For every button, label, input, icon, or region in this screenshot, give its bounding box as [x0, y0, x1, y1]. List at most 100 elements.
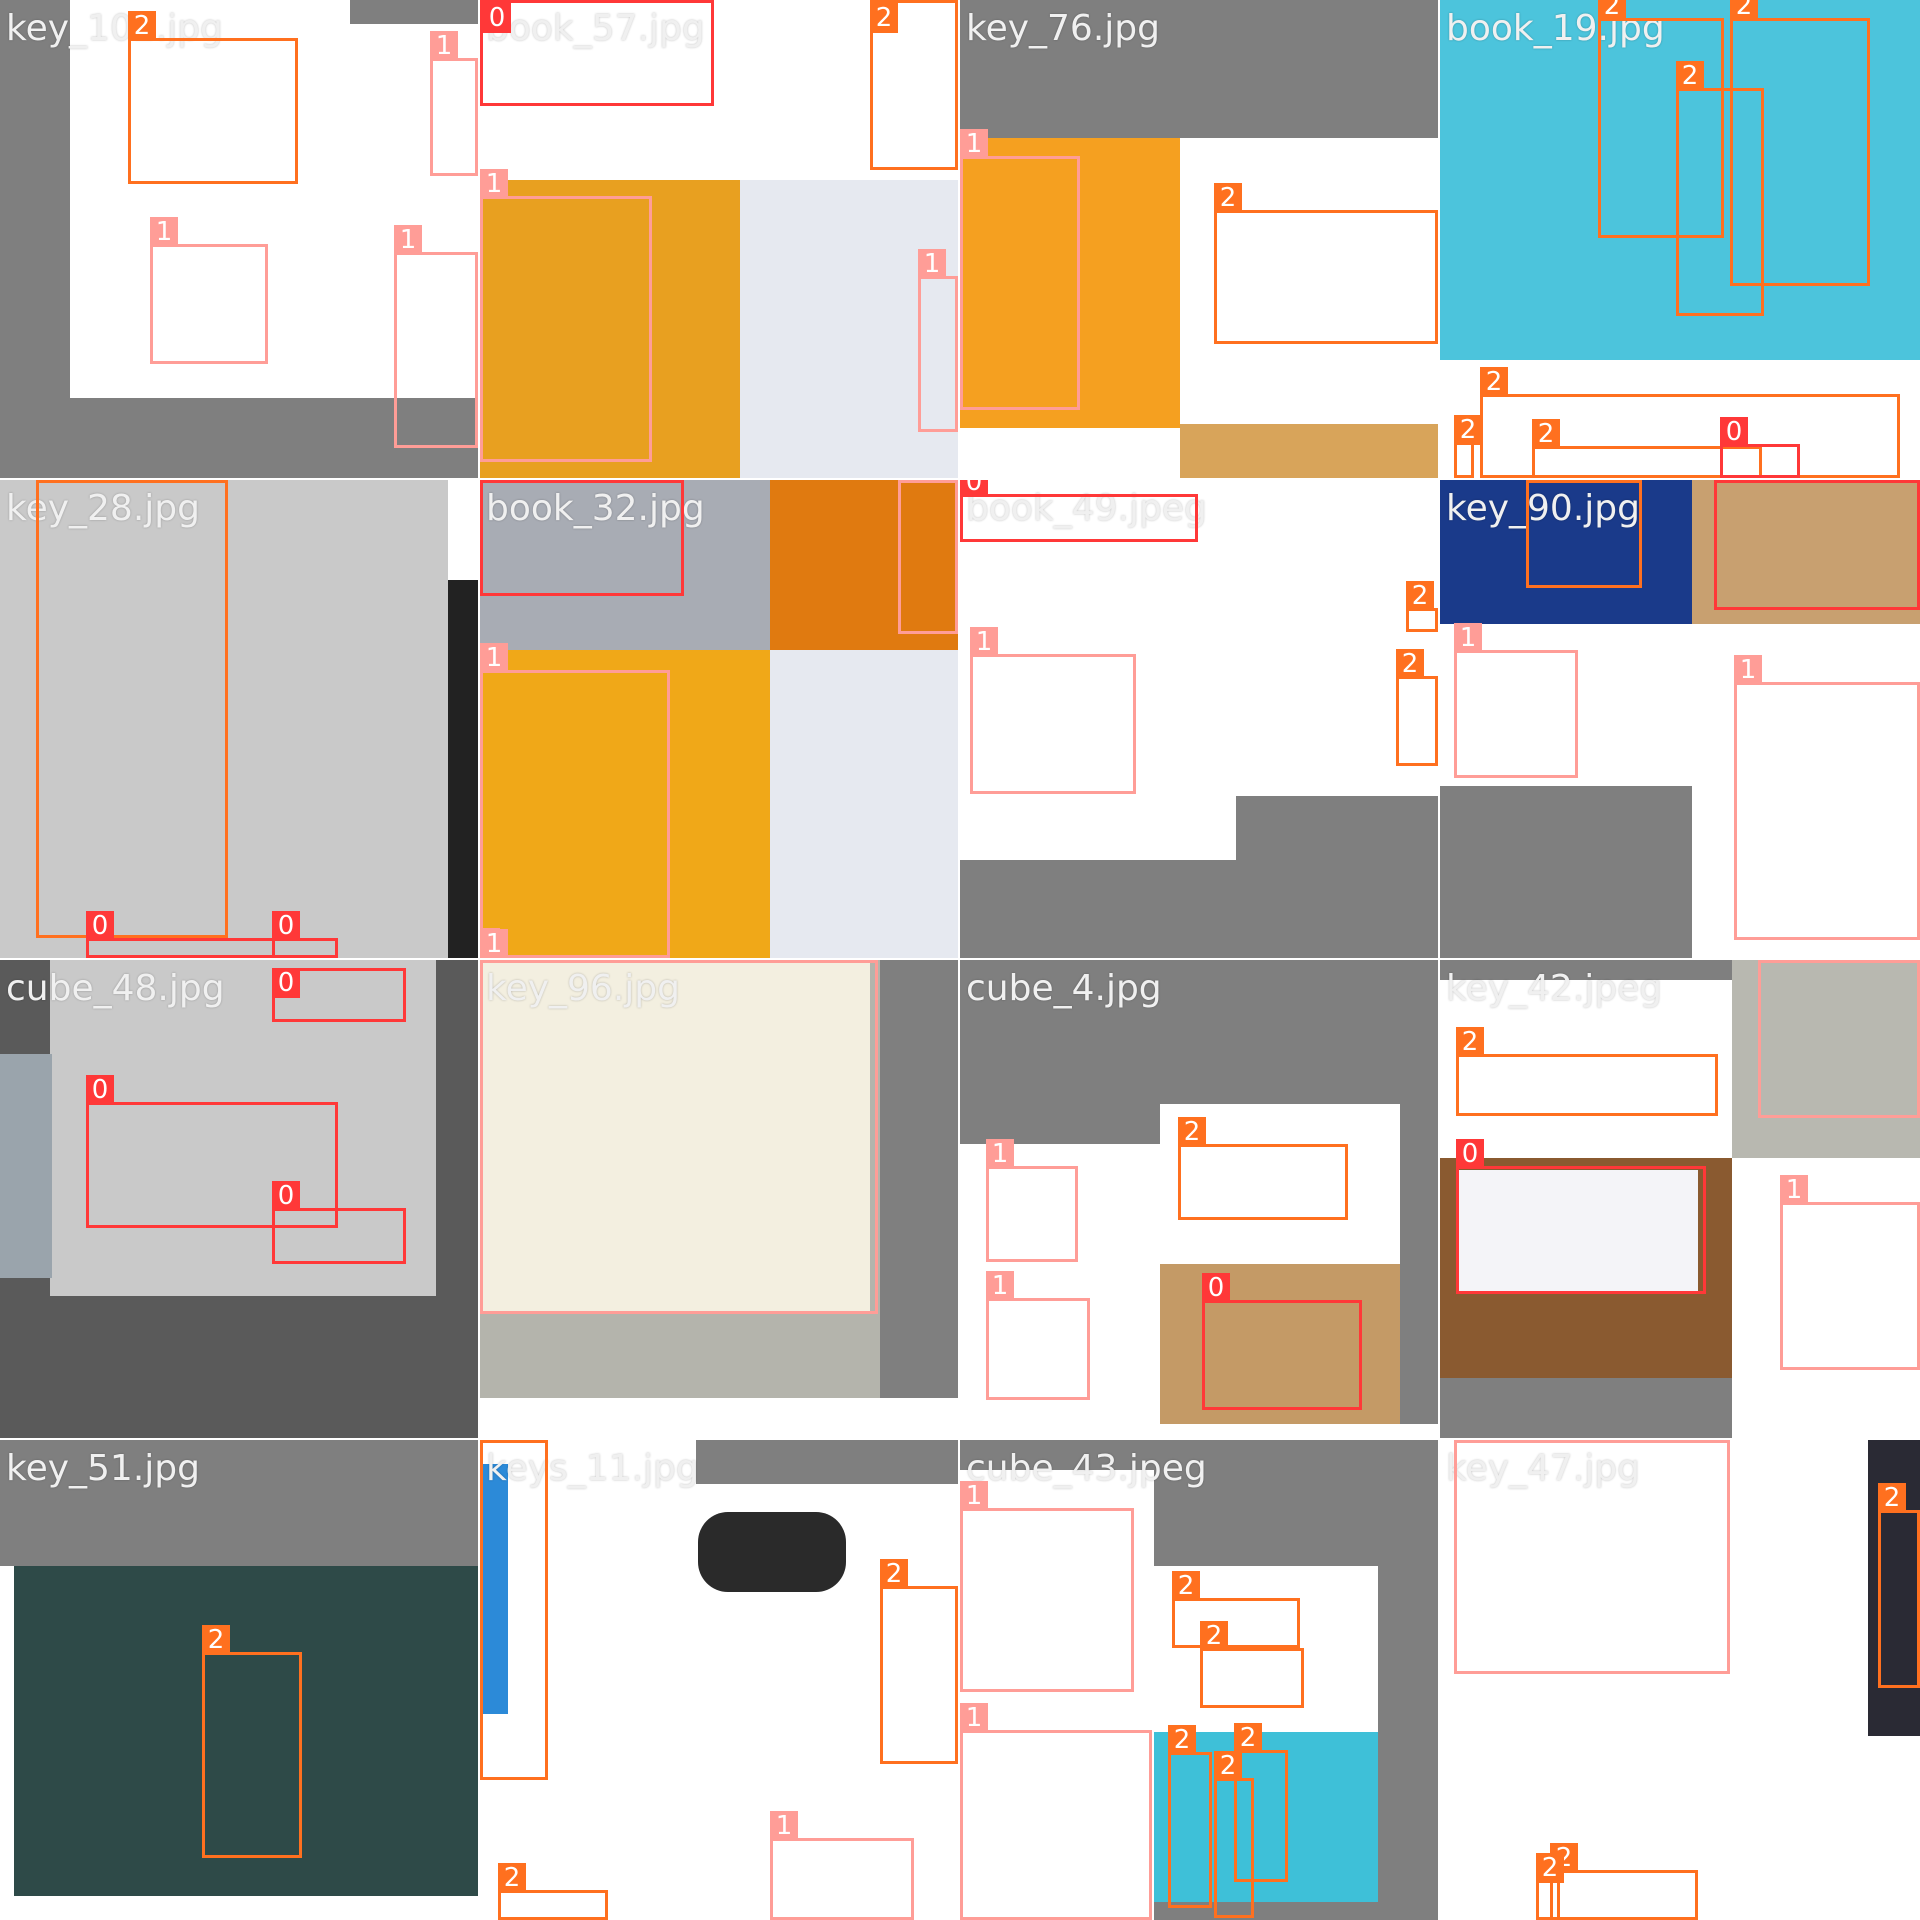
tile-key-90: key_90.jpg 2 0 1 1: [1440, 480, 1920, 958]
car-key-photo: [698, 1512, 846, 1592]
bbox-label: 1: [480, 169, 508, 199]
bbox-label: 1: [960, 129, 988, 159]
bbox-label: 0: [1714, 480, 1742, 483]
bbox-class-0: 0: [960, 480, 1198, 542]
bbox-label: 1: [480, 643, 508, 673]
bbox-class-1: 1: [898, 480, 958, 634]
bbox-label: 2: [1878, 1483, 1906, 1513]
tile-key-42: key_42.jpeg 2 0 1 1: [1440, 960, 1920, 1438]
bbox-label: 2: [1178, 1117, 1206, 1147]
bbox-class-1: 1: [1454, 1440, 1730, 1674]
tile-filename: cube_43.jpeg: [966, 1448, 1207, 1489]
bbox-label: 2: [1456, 1027, 1484, 1057]
bbox-label: 1: [150, 217, 178, 247]
bbox-class-2: 2: [1178, 1117, 1348, 1220]
bbox-label: 1: [770, 1811, 798, 1841]
bbox-label: 1: [960, 1703, 988, 1733]
bbox-label: 2: [1200, 1621, 1228, 1651]
bbox-label: 2: [1396, 649, 1424, 679]
bbox-label: 0: [272, 968, 300, 998]
bbox-class-2: 2: [1168, 1725, 1212, 1908]
photo-area: [448, 580, 478, 958]
bbox-label: 0: [1202, 1273, 1230, 1303]
detection-mosaic: key_102.jpg 2 1 1 1 book_57.jpg 0 2 1 1 …: [0, 0, 1920, 1920]
photo-area: [770, 650, 958, 958]
bbox-label: 0: [272, 1181, 300, 1211]
bbox-class-1: 1: [1454, 623, 1578, 778]
bbox-label: 1: [1734, 655, 1762, 685]
bbox-class-2: 2: [1214, 183, 1438, 344]
bbox-label: 0: [960, 480, 988, 497]
bbox-class-1: 1: [918, 249, 958, 432]
padding-area: [350, 0, 478, 24]
bbox-label: 1: [480, 929, 508, 958]
photo-area: [0, 1896, 478, 1920]
bbox-class-2: 2: [1526, 480, 1642, 588]
photo-area: [0, 1054, 52, 1278]
bbox-class-0: 0: [1720, 417, 1800, 478]
photo-area: [960, 1424, 1438, 1438]
bbox-label: 0: [1720, 417, 1748, 447]
bbox-class-2: 2: [1550, 1843, 1698, 1920]
bbox-label: 2: [1214, 1751, 1242, 1781]
bbox-class-0: 0: [480, 0, 714, 106]
bbox-class-1: 1: [770, 1811, 914, 1920]
bbox-label: 2: [1214, 183, 1242, 213]
bbox-class-2: 2: [1406, 581, 1438, 632]
bbox-label: 1: [918, 249, 946, 279]
photo-area: [480, 1398, 958, 1438]
padding-area: [1440, 786, 1692, 958]
bbox-class-2: 2: [880, 1559, 958, 1764]
tile-keys-11: keys_11.jpg 2 2 1 2: [480, 1440, 958, 1920]
tile-cube-4: cube_4.jpg 2 1 1 0: [960, 960, 1438, 1438]
bbox-label: 2: [1172, 1571, 1200, 1601]
bbox-class-1: 1: [1758, 960, 1920, 1118]
tile-book-57: book_57.jpg 0 2 1 1: [480, 0, 958, 478]
bbox-label: 2: [1676, 61, 1704, 91]
bbox-class-1: 1: [1780, 1175, 1920, 1370]
floor-photo: [1180, 424, 1438, 478]
bbox-label: 2: [880, 1559, 908, 1589]
padding-area: [1440, 1378, 1732, 1438]
bbox-label: 2: [1730, 0, 1758, 21]
bbox-label: 1: [1454, 623, 1482, 653]
tile-divider: [0, 478, 1920, 480]
bbox-class-1: 1: [970, 627, 1136, 794]
bbox-class-1: 1: [430, 31, 478, 176]
bbox-label: 1: [1780, 1175, 1808, 1205]
tile-divider: [958, 0, 960, 1920]
bbox-label: 0: [86, 911, 114, 941]
bbox-class-0: 0: [272, 1181, 406, 1264]
tile-key-76: key_76.jpg 1 2: [960, 0, 1438, 478]
bbox-class-1: 1: [986, 1139, 1078, 1262]
bbox-class-1: 1: [480, 643, 670, 958]
bbox-class-1: 1: [960, 1703, 1152, 1920]
bbox-label: 2: [480, 1440, 508, 1443]
bbox-label: 2: [128, 11, 156, 41]
bbox-class-2: 2: [1536, 1853, 1564, 1920]
tile-cube-48: cube_48.jpg 0 0 0: [0, 960, 478, 1438]
bbox-class-0: 0: [272, 968, 406, 1022]
bbox-class-2: 2: [1396, 649, 1438, 766]
bbox-class-1: 1: [394, 225, 478, 448]
tile-book-19: book_19.jpg 2 2 2 2 2 2 0: [1440, 0, 1920, 478]
bbox-label: 1: [1758, 960, 1786, 963]
bbox-label: 0: [86, 1075, 114, 1105]
bbox-label: 2: [1526, 480, 1554, 483]
bbox-label: 1: [480, 960, 508, 963]
tile-divider: [478, 0, 480, 1920]
bbox-label: 2: [1480, 367, 1508, 397]
tile-book-32: book_32.jpg 0 1 1 1: [480, 480, 958, 958]
tile-filename: cube_4.jpg: [966, 968, 1162, 1009]
tile-key-47: key_47.jpg 1 2 2 2: [1440, 1440, 1920, 1920]
bbox-class-2: 2: [1214, 1751, 1254, 1918]
bbox-class-2: 2: [36, 480, 228, 938]
bbox-class-0: 0: [1714, 480, 1920, 610]
bbox-class-1: 1: [480, 169, 652, 462]
bbox-class-1: 1: [960, 129, 1080, 410]
tile-divider: [0, 958, 1920, 960]
bbox-label: 2: [1234, 1723, 1262, 1753]
tile-book-49: book_49.jpeg 0 2 2 1: [960, 480, 1438, 958]
tile-filename: key_76.jpg: [966, 8, 1160, 49]
bbox-class-2: 2: [1454, 415, 1482, 478]
